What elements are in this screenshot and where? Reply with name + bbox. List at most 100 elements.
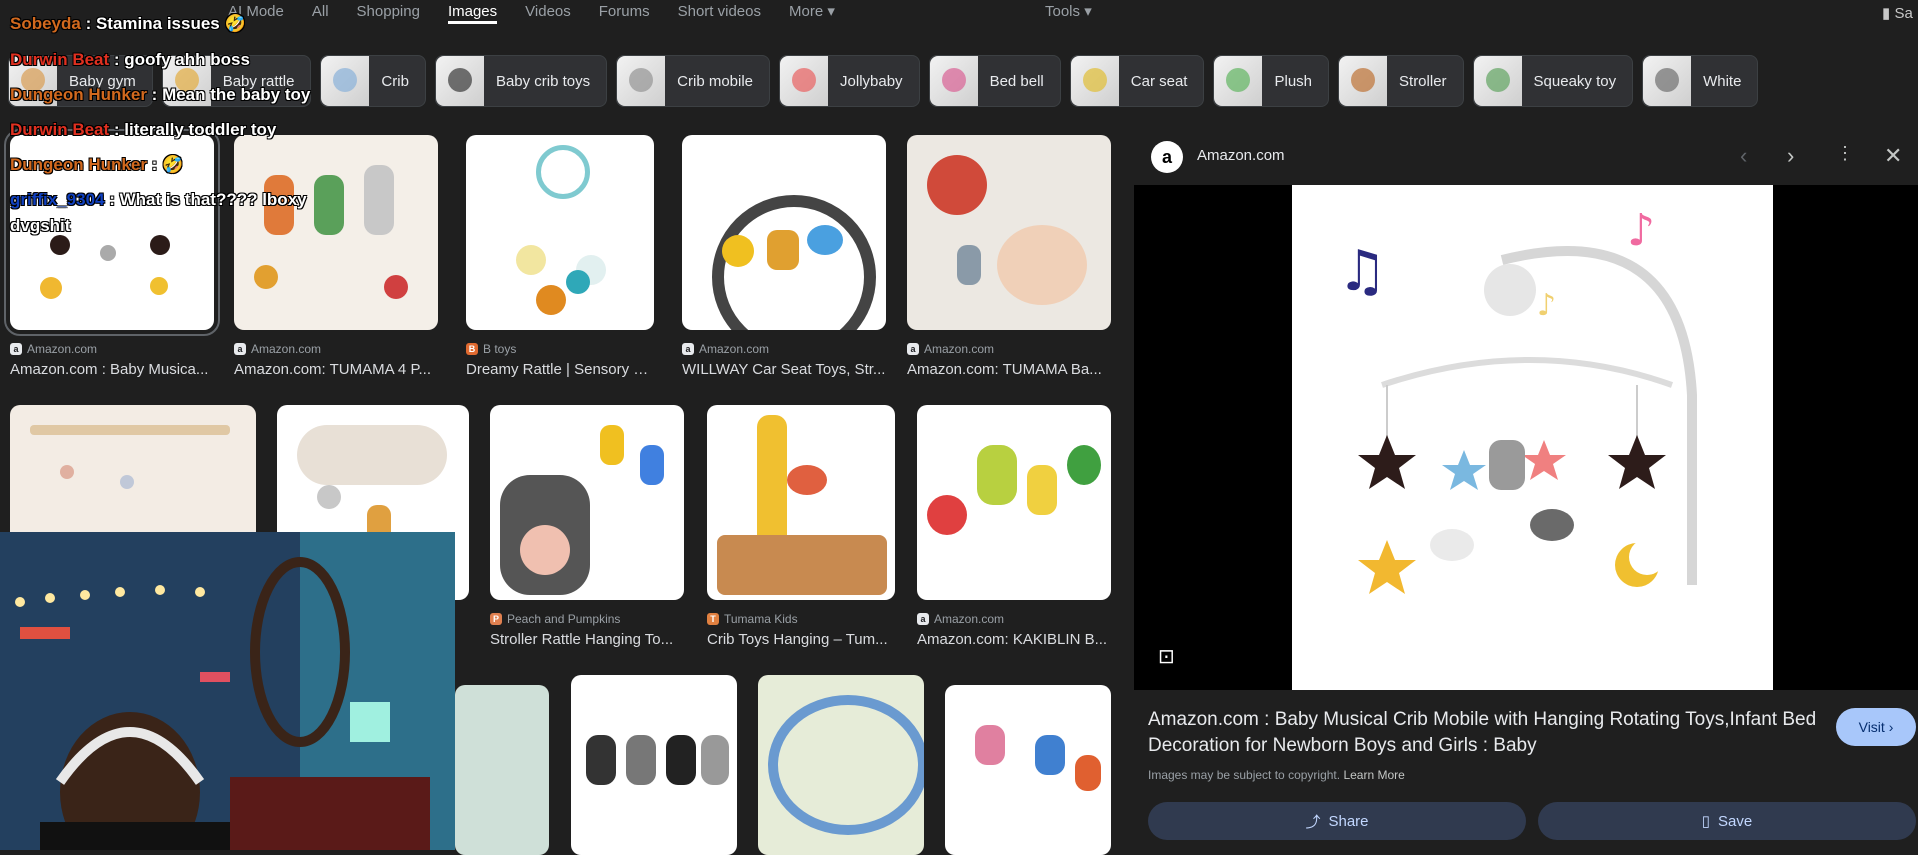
svg-text:♪: ♪ bbox=[1627, 205, 1655, 256]
chat-message: dvgshit bbox=[10, 216, 70, 236]
result-title: Amazon.com: TUMAMA Ba... bbox=[907, 361, 1102, 378]
result-image bbox=[758, 675, 924, 855]
search-tabs: AI Mode All Shopping Images Videos Forum… bbox=[228, 0, 863, 24]
source-label: Amazon.com bbox=[934, 612, 1005, 626]
chip-baby-crib-toys[interactable]: Baby crib toys bbox=[434, 55, 608, 107]
amazon-icon: a bbox=[234, 343, 246, 355]
chip-stroller[interactable]: Stroller bbox=[1338, 55, 1464, 107]
chip-label: Stroller bbox=[1399, 72, 1447, 90]
tab-videos[interactable]: Videos bbox=[525, 0, 571, 24]
preview-source[interactable]: Amazon.com bbox=[1197, 147, 1285, 164]
share-icon: ⤴ bbox=[1305, 813, 1321, 831]
save-label: Save bbox=[1718, 812, 1753, 830]
result-card[interactable]: P Peach and Pumpkins Stroller Rattle Hang… bbox=[490, 405, 684, 648]
tools-label: Tools bbox=[1045, 3, 1081, 20]
result-card[interactable]: T Tumama Kids Crib Toys Hanging – Tum... bbox=[707, 405, 895, 648]
chat-username: Durwin Beat bbox=[10, 120, 110, 139]
chip-thumbnail bbox=[1070, 56, 1119, 106]
result-card[interactable]: a Amazon.com Amazon.com: TUMAMA 4 P... bbox=[234, 135, 438, 378]
chip-label: White bbox=[1703, 72, 1742, 90]
chip-label: Baby crib toys bbox=[495, 72, 591, 90]
chip-label: Bed bell bbox=[989, 72, 1044, 90]
result-source: a Amazon.com bbox=[10, 342, 214, 356]
source-label: Peach and Pumpkins bbox=[507, 612, 621, 626]
chat-username: Sobeyda bbox=[10, 14, 81, 33]
result-image bbox=[682, 135, 886, 330]
result-card[interactable] bbox=[455, 685, 549, 855]
chevron-left-icon[interactable]: ‹ bbox=[1740, 143, 1747, 169]
amazon-icon: a bbox=[10, 343, 22, 355]
chat-separator: : bbox=[146, 85, 163, 104]
chat-username: Dungeon Hunker bbox=[10, 85, 147, 104]
result-source: a Amazon.com bbox=[234, 342, 438, 356]
share-label: Share bbox=[1328, 812, 1369, 830]
chip-jollybaby[interactable]: Jollybaby bbox=[779, 55, 920, 107]
chat-username: Durwin Beat bbox=[10, 50, 110, 69]
result-card[interactable] bbox=[571, 675, 737, 855]
tab-images[interactable]: Images bbox=[447, 0, 498, 24]
chat-text: goofy ahh boss bbox=[124, 50, 250, 69]
preview-image[interactable]: ♫ ♪ ♪ bbox=[1292, 185, 1773, 690]
chip-bed-bell[interactable]: Bed bell bbox=[928, 55, 1061, 107]
share-button[interactable]: ⤴ Share bbox=[1148, 802, 1526, 840]
save-button[interactable]: ▯ Save bbox=[1538, 802, 1916, 840]
copyright-text: Images may be subject to copyright. bbox=[1148, 768, 1341, 782]
close-icon[interactable]: ✕ bbox=[1884, 143, 1902, 169]
webcam-overlay bbox=[0, 532, 455, 850]
preview-title[interactable]: Amazon.com : Baby Musical Crib Mobile wi… bbox=[1148, 707, 1828, 759]
result-image bbox=[707, 405, 895, 600]
result-card[interactable]: a Amazon.com WILLWAY Car Seat Toys, Str..… bbox=[682, 135, 886, 378]
chip-white[interactable]: White bbox=[1642, 55, 1759, 107]
tab-all[interactable]: All bbox=[312, 0, 329, 24]
chip-label: Squeaky toy bbox=[1533, 72, 1617, 90]
source-label: Amazon.com bbox=[27, 342, 98, 356]
chip-crib[interactable]: Crib bbox=[320, 55, 426, 107]
chat-username: Dungeon Hunker bbox=[10, 155, 147, 174]
chip-car-seat[interactable]: Car seat bbox=[1069, 55, 1205, 107]
chat-text: Stamina issues 🤣 bbox=[95, 14, 246, 33]
tab-more[interactable]: More ▾ bbox=[789, 0, 835, 24]
lens-icon[interactable]: ⊡ bbox=[1158, 644, 1175, 669]
result-card[interactable]: a Amazon.com Amazon.com: TUMAMA Ba... bbox=[907, 135, 1111, 378]
tab-forums[interactable]: Forums bbox=[599, 0, 650, 24]
chip-crib-mobile[interactable]: Crib mobile bbox=[616, 55, 771, 107]
chat-separator: : bbox=[109, 120, 125, 139]
chip-thumbnail bbox=[1473, 56, 1522, 106]
chip-thumbnail bbox=[435, 56, 484, 106]
chevron-right-icon[interactable]: › bbox=[1787, 143, 1794, 169]
result-card[interactable] bbox=[758, 675, 924, 855]
result-title: Amazon.com : Baby Musica... bbox=[10, 361, 209, 378]
chip-squeaky-toy[interactable]: Squeaky toy bbox=[1472, 55, 1634, 107]
amazon-icon: a bbox=[917, 613, 929, 625]
chat-separator: : bbox=[146, 155, 163, 174]
chip-label: Crib mobile bbox=[677, 72, 754, 90]
source-label: Tumama Kids bbox=[724, 612, 798, 626]
chip-thumbnail bbox=[1643, 56, 1692, 106]
result-title: Stroller Rattle Hanging To... bbox=[490, 631, 674, 648]
learn-more-link[interactable]: Learn More bbox=[1343, 768, 1404, 782]
svg-text:♪: ♪ bbox=[1537, 288, 1556, 323]
chat-message: Dungeon Hunker : 🤣 bbox=[10, 155, 183, 175]
result-card[interactable] bbox=[945, 685, 1111, 855]
chip-thumbnail bbox=[780, 56, 829, 106]
visit-button[interactable]: Visit › bbox=[1836, 708, 1916, 746]
chat-text: What is that???? lboxy bbox=[119, 190, 307, 209]
result-title: WILLWAY Car Seat Toys, Str... bbox=[682, 361, 886, 378]
result-source: a Amazon.com bbox=[682, 342, 886, 356]
tools-button[interactable]: Tools ▾ bbox=[1045, 0, 1092, 24]
chip-plush[interactable]: Plush bbox=[1213, 55, 1330, 107]
chat-text: dvgshit bbox=[10, 216, 71, 235]
chat-separator: : bbox=[80, 14, 96, 33]
result-card[interactable]: B B toys Dreamy Rattle | Sensory Ba... bbox=[466, 135, 654, 378]
result-title: Amazon.com: KAKIBLIN B... bbox=[917, 631, 1108, 648]
result-image bbox=[571, 675, 737, 855]
source-label: Amazon.com bbox=[924, 342, 995, 356]
tab-shopping[interactable]: Shopping bbox=[357, 0, 420, 24]
result-card[interactable]: a Amazon.com Amazon.com: KAKIBLIN B... bbox=[917, 405, 1111, 648]
chip-thumbnail bbox=[1214, 56, 1263, 106]
more-vert-icon[interactable]: ⋮ bbox=[1836, 143, 1854, 164]
saved-link[interactable]: ▮ Sa bbox=[1882, 4, 1913, 22]
source-label: Amazon.com bbox=[699, 342, 770, 356]
tab-short-videos[interactable]: Short videos bbox=[678, 0, 761, 24]
result-image bbox=[490, 405, 684, 600]
